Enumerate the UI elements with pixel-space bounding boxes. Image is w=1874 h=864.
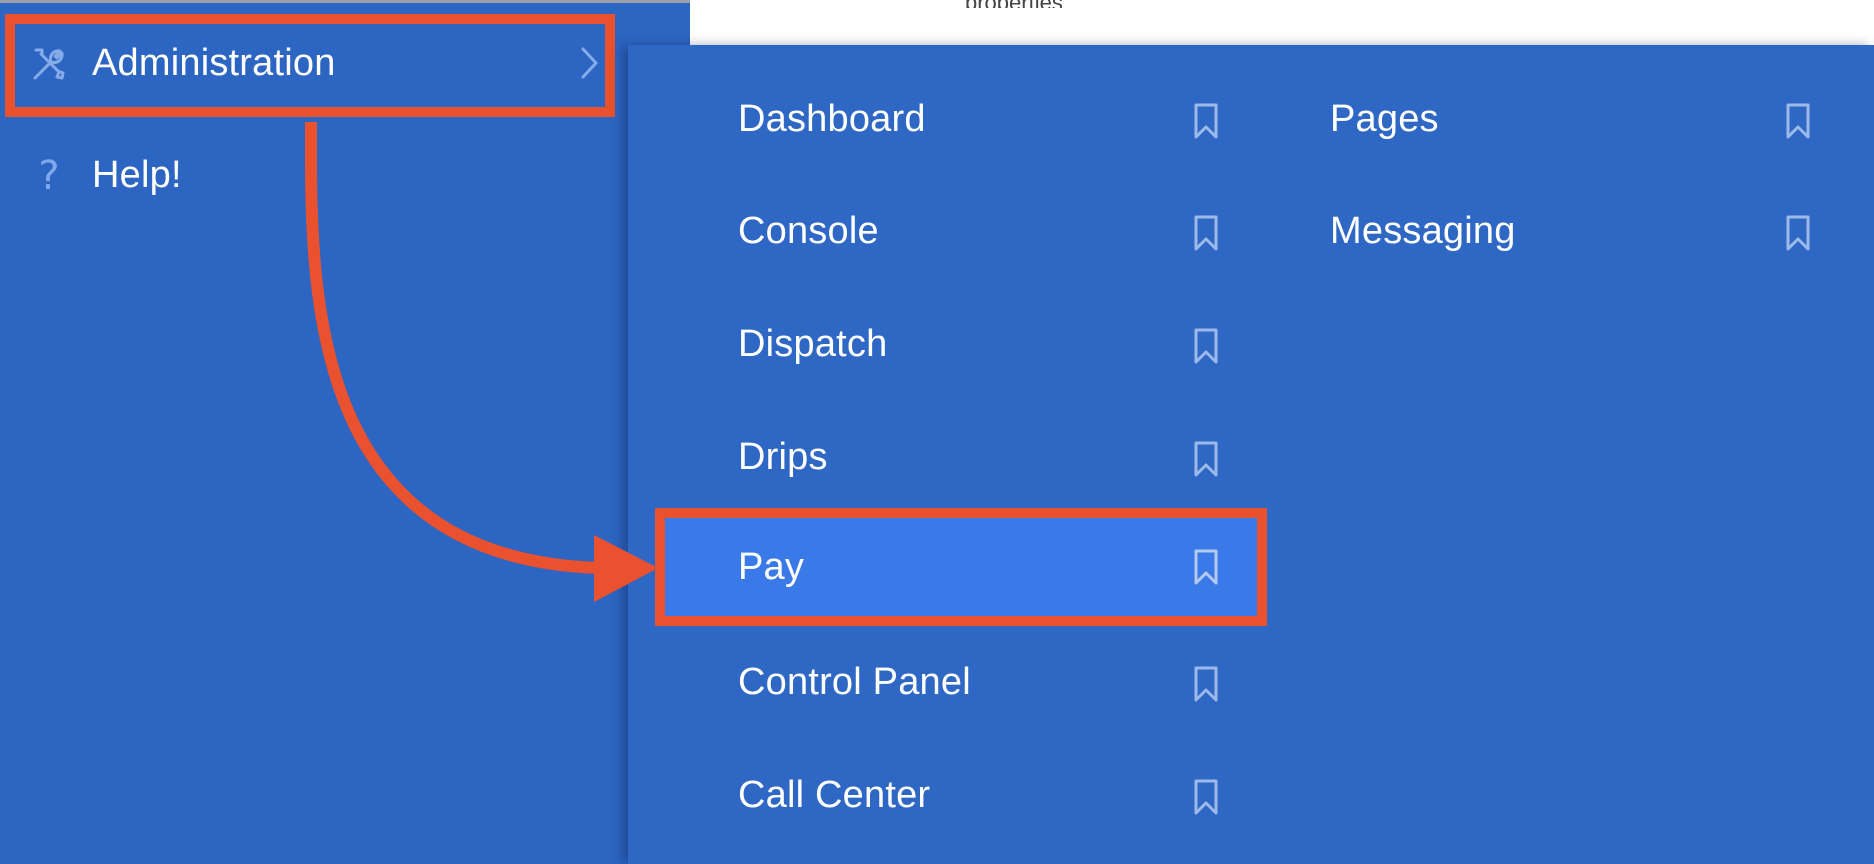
submenu-item-console[interactable]: Console (658, 184, 1258, 278)
bookmark-icon[interactable] (1191, 548, 1221, 586)
submenu-item-pages[interactable]: Pages (1258, 72, 1838, 166)
submenu-item-label: Control Panel (738, 660, 971, 703)
submenu-item-label: Console (738, 209, 879, 252)
submenu-item-label: Pay (738, 545, 805, 588)
submenu-item-dispatch[interactable]: Dispatch (658, 297, 1258, 391)
bookmark-icon[interactable] (1783, 102, 1813, 140)
submenu-item-label: Pages (1330, 97, 1439, 140)
submenu-item-label: Call Center (738, 773, 931, 816)
bookmark-icon[interactable] (1191, 327, 1221, 365)
submenu-item-label: Dashboard (738, 97, 926, 140)
tools-icon (27, 42, 71, 86)
bookmark-icon[interactable] (1783, 214, 1813, 252)
sidebar-item-label: Administration (92, 42, 336, 84)
sidebar-item-help[interactable]: ? Help! (10, 124, 620, 227)
question-icon: ? (38, 152, 60, 199)
submenu-item-pay[interactable]: Pay (658, 518, 1258, 616)
submenu-item-control-panel[interactable]: Control Panel (658, 635, 1258, 729)
bookmark-icon[interactable] (1191, 778, 1221, 816)
submenu-item-drips[interactable]: Drips (658, 410, 1258, 504)
submenu-item-label: Dispatch (738, 322, 888, 365)
bookmark-icon[interactable] (1191, 665, 1221, 703)
chevron-right-icon (574, 44, 604, 82)
bookmark-icon[interactable] (1191, 102, 1221, 140)
bookmark-icon[interactable] (1191, 440, 1221, 478)
app-window: properties Administration ? Help! (0, 0, 1874, 864)
submenu-item-label: Messaging (1330, 209, 1516, 252)
submenu-item-call-center[interactable]: Call Center (658, 748, 1258, 842)
content-header-bar: properties (690, 0, 1874, 46)
bookmark-icon[interactable] (1191, 214, 1221, 252)
sidebar-item-label: Help! (92, 154, 182, 196)
sidebar-item-administration[interactable]: Administration (10, 12, 620, 115)
submenu-item-dashboard[interactable]: Dashboard (658, 72, 1258, 166)
header-fragment-text: properties (965, 0, 1145, 8)
submenu-item-messaging[interactable]: Messaging (1258, 184, 1838, 278)
submenu-item-label: Drips (738, 435, 828, 478)
